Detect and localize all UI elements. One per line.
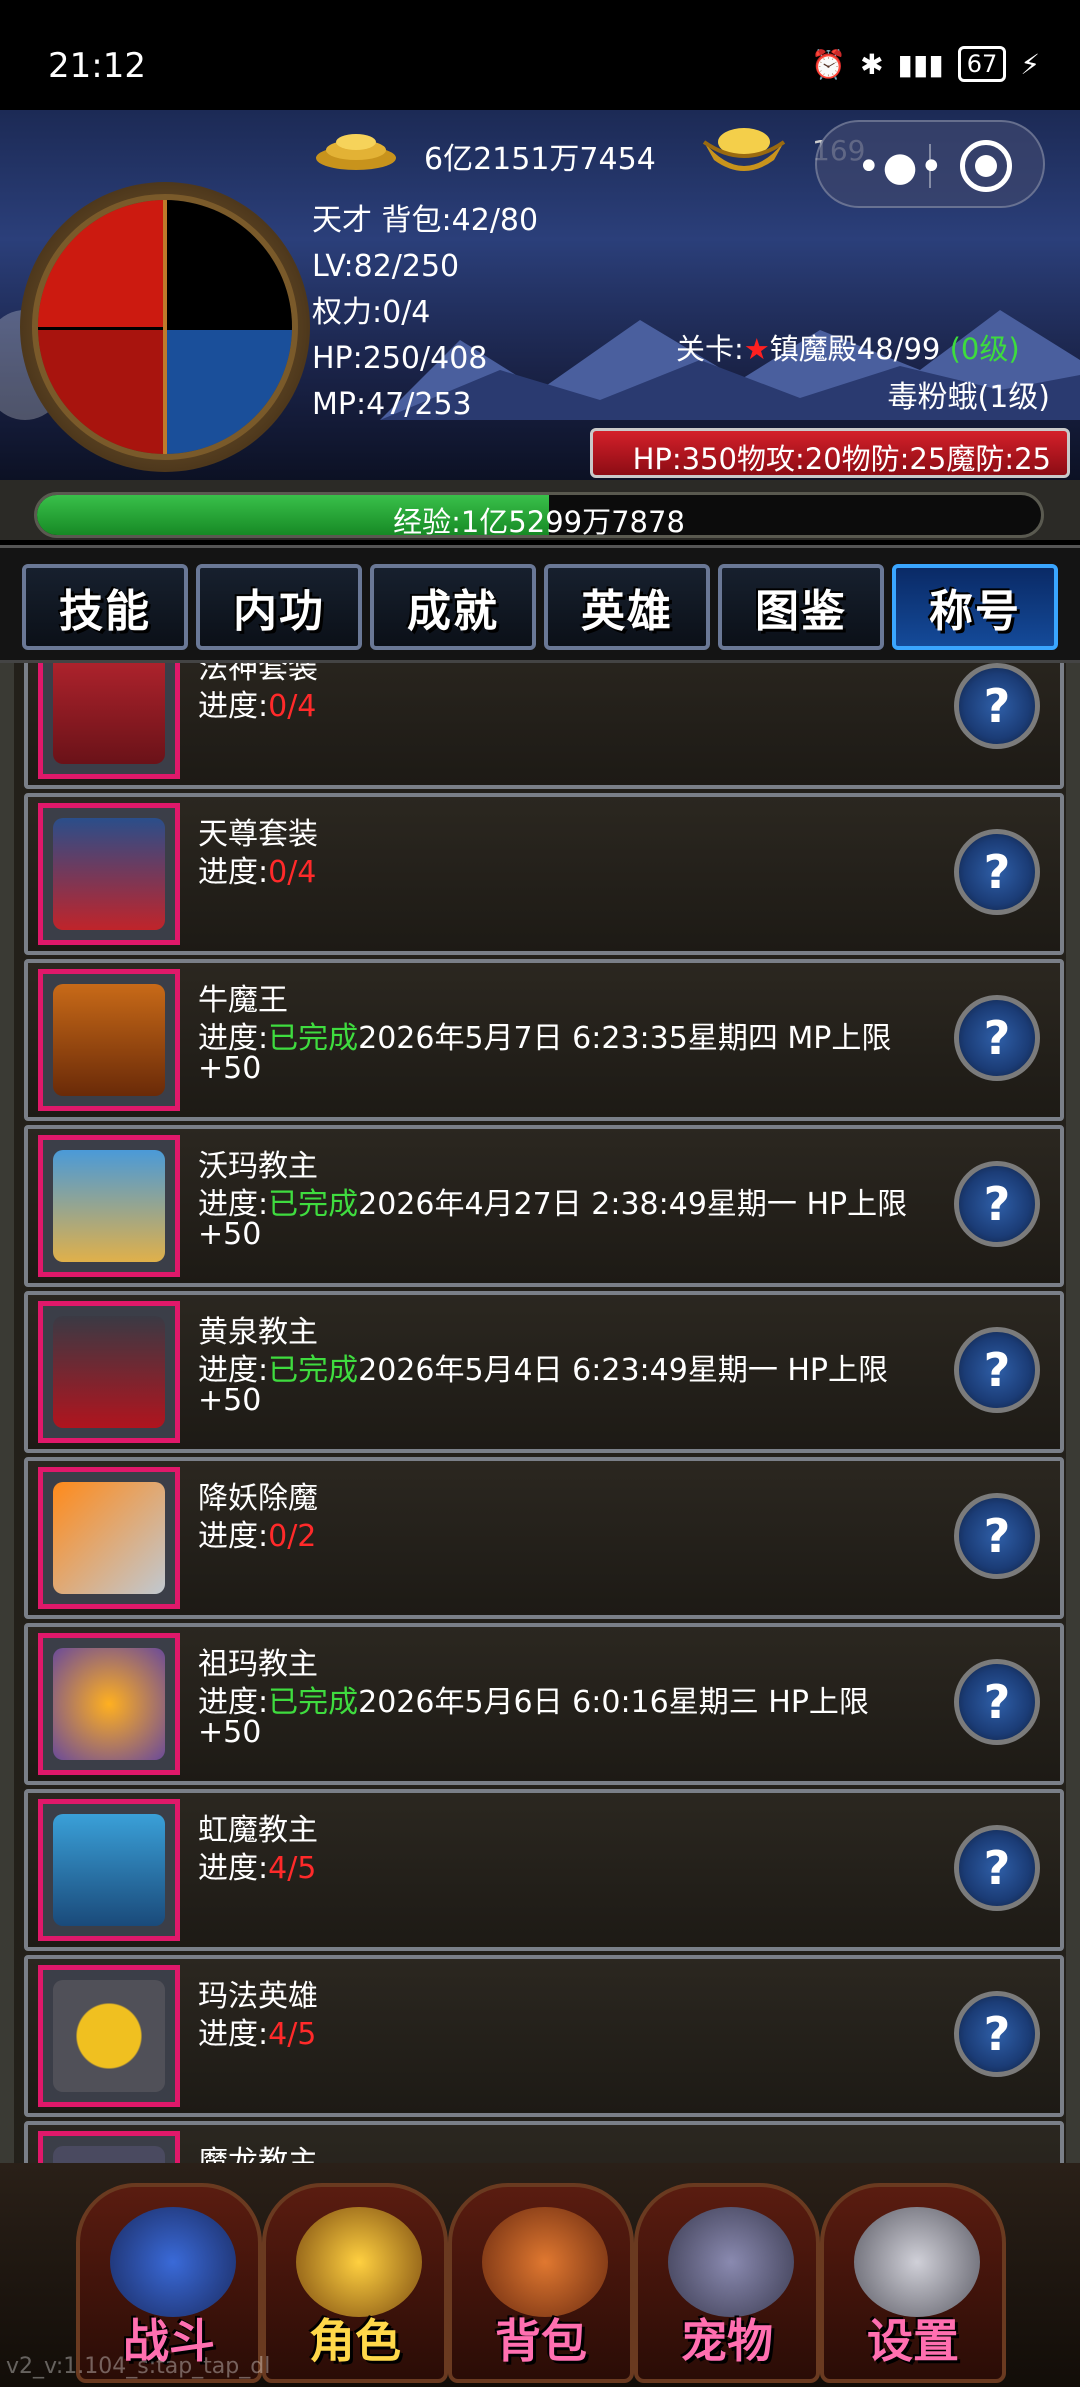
alarm-icon: ⏰ bbox=[811, 47, 847, 81]
nav-bag[interactable]: 背包 bbox=[448, 2183, 634, 2383]
exp-bar-container: 经验:1亿5299万7878 bbox=[0, 480, 1080, 540]
rank-bag: 天才 背包:42/80 bbox=[312, 203, 539, 238]
title-row-tianzun[interactable]: 天尊套装 进度:0/4 ? bbox=[24, 793, 1064, 955]
bluetooth-icon: ✱ bbox=[860, 47, 884, 81]
warrior-girl-icon bbox=[38, 1135, 180, 1277]
title-list[interactable]: 法神套装 进度:0/4 ? 天尊套装 进度:0/4 ? 牛魔王 进度:已完成20… bbox=[0, 663, 1080, 2163]
nav-character[interactable]: 角色 bbox=[262, 2183, 448, 2383]
gear-icon bbox=[854, 2207, 980, 2317]
title-row-mafa[interactable]: 玛法英雄 进度:4/5 ? bbox=[24, 1955, 1064, 2117]
help-button[interactable]: ? bbox=[954, 1825, 1040, 1911]
title-row-hongmo[interactable]: 虹魔教主 进度:4/5 ? bbox=[24, 1789, 1064, 1951]
status-bar: 21:12 ⏰ ✱ ▮▮▮ 67 ⚡ bbox=[0, 0, 1080, 110]
golden-emblem-icon bbox=[38, 1633, 180, 1775]
nav-battle[interactable]: 战斗 bbox=[76, 2183, 262, 2383]
status-time: 21:12 bbox=[48, 46, 146, 86]
tab-achievements[interactable]: 成就 bbox=[370, 564, 536, 650]
exp-bar: 经验:1亿5299万7878 bbox=[34, 492, 1044, 538]
dragon-badge-icon bbox=[38, 969, 180, 1111]
tab-inner-power[interactable]: 内功 bbox=[196, 564, 362, 650]
tab-codex[interactable]: 图鉴 bbox=[718, 564, 884, 650]
gorilla-pet-icon bbox=[668, 2207, 794, 2317]
gold-amount: 6亿2151万7454 bbox=[424, 142, 656, 177]
tab-heroes[interactable]: 英雄 bbox=[544, 564, 710, 650]
signal-icon: ▮▮▮ bbox=[897, 47, 944, 81]
wizard-hat-icon bbox=[38, 663, 180, 779]
gold-ingot-icon bbox=[702, 128, 786, 171]
player-level: LV:82/250 bbox=[312, 249, 460, 284]
exp-text: 经验:1亿5299万7878 bbox=[393, 505, 685, 538]
player-stats: 天才 背包:42/80 LV:82/250 权力:0/4 HP:250/408 … bbox=[312, 198, 538, 428]
tab-titles[interactable]: 称号 bbox=[892, 564, 1058, 650]
tab-skills[interactable]: 技能 bbox=[22, 564, 188, 650]
top-hat-icon bbox=[38, 803, 180, 945]
player-mp: MP:47/253 bbox=[312, 387, 472, 422]
knight-helmet-icon bbox=[38, 1799, 180, 1941]
title-row-zuma[interactable]: 祖玛教主 进度:已完成2026年5月6日 6:0:16星期三 HP上限 +50 … bbox=[24, 1623, 1064, 1785]
title-row-woma[interactable]: 沃玛教主 进度:已完成2026年4月27日 2:38:49星期一 HP上限 +5… bbox=[24, 1125, 1064, 1287]
battle-shield-icon bbox=[110, 2207, 236, 2317]
battery-indicator: 67 bbox=[957, 46, 1007, 82]
help-button[interactable]: ? bbox=[954, 1991, 1040, 2077]
help-button[interactable]: ? bbox=[954, 829, 1040, 915]
star-icon: ★ bbox=[743, 332, 770, 366]
nav-pet[interactable]: 宠物 bbox=[634, 2183, 820, 2383]
title-row-huangquan[interactable]: 黄泉教主 进度:已完成2026年5月4日 6:23:49星期一 HP上限 +50… bbox=[24, 1291, 1064, 1453]
status-icons: ⏰ ✱ ▮▮▮ 67 ⚡ bbox=[811, 46, 1040, 82]
flaming-sword-icon bbox=[38, 1467, 180, 1609]
player-header: 6亿2151万7454 169 •●• 天才 背包:42/80 LV:82/25… bbox=[0, 110, 1080, 480]
more-icon[interactable]: •●• bbox=[857, 144, 945, 190]
help-button[interactable]: ? bbox=[954, 1659, 1040, 1745]
gold-coins-icon bbox=[316, 134, 396, 170]
version-text: v2_v:1.104_s:tap_tap_dl bbox=[6, 2354, 271, 2379]
title-row-fashen[interactable]: 法神套装 进度:0/4 ? bbox=[24, 663, 1064, 789]
monster-name: 毒粉蛾(1级) bbox=[887, 380, 1051, 415]
hp-mp-orb bbox=[32, 194, 298, 460]
mafa-hero-badge-icon bbox=[38, 1965, 180, 2107]
title-row-molong[interactable]: 魔龙教主 bbox=[24, 2121, 1064, 2163]
help-button[interactable]: ? bbox=[954, 1327, 1040, 1413]
help-button[interactable]: ? bbox=[954, 995, 1040, 1081]
golden-helmet-icon bbox=[296, 2207, 422, 2317]
help-button[interactable]: ? bbox=[954, 1161, 1040, 1247]
demon-mask-icon bbox=[38, 1301, 180, 1443]
monster-stats-bar: HP:350物攻:20物防:25魔防:25 bbox=[590, 428, 1070, 478]
bottom-nav: 战斗 角色 背包 宠物 设置 v2_v:1.104_s:tap_tap_dl bbox=[0, 2163, 1080, 2387]
player-hp: HP:250/408 bbox=[312, 341, 488, 376]
title-row-niumowang[interactable]: 牛魔王 进度:已完成2026年5月7日 6:23:35星期四 MP上限 +50 … bbox=[24, 959, 1064, 1121]
title-row-xiangyao[interactable]: 降妖除魔 进度:0/2 ? bbox=[24, 1457, 1064, 1619]
tab-bar: 技能 内功 成就 英雄 图鉴 称号 bbox=[0, 545, 1080, 663]
miniprogram-capsule[interactable]: •●• bbox=[815, 120, 1045, 208]
stage-info: 关卡:★镇魔殿48/99 (0级) bbox=[676, 332, 1020, 366]
help-button[interactable]: ? bbox=[954, 663, 1040, 749]
help-button[interactable]: ? bbox=[954, 1493, 1040, 1579]
charging-icon: ⚡ bbox=[1020, 47, 1040, 81]
player-power: 权力:0/4 bbox=[312, 295, 431, 330]
title-badge-icon bbox=[38, 2131, 180, 2163]
close-miniprogram-icon[interactable] bbox=[960, 140, 1012, 192]
nav-settings[interactable]: 设置 bbox=[820, 2183, 1006, 2383]
backpack-icon bbox=[482, 2207, 608, 2317]
